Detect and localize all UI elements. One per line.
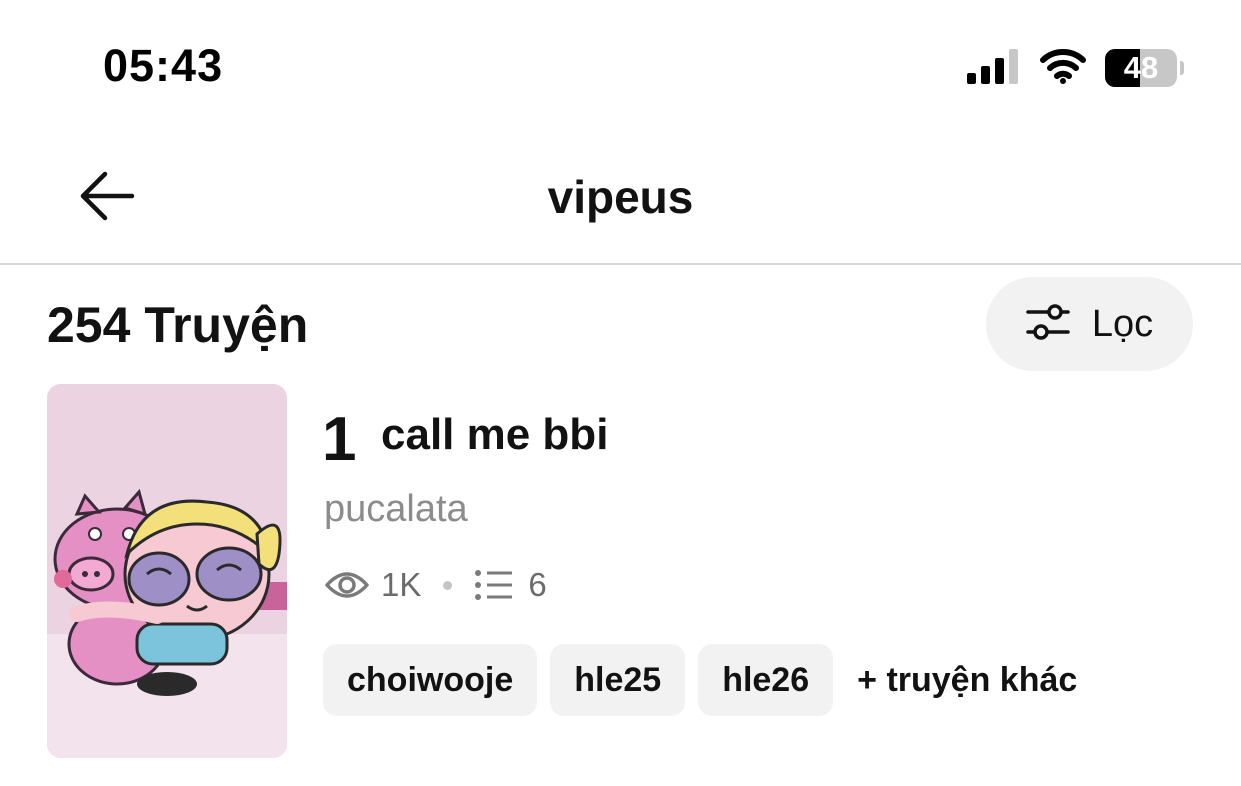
story-count: 254 Truyện	[47, 297, 309, 353]
sliders-icon	[1026, 303, 1070, 346]
header-divider	[0, 263, 1241, 265]
eye-icon	[325, 569, 369, 601]
more-tags-link[interactable]: + truyện khác	[857, 661, 1077, 700]
cellular-signal-icon	[967, 48, 1021, 89]
screen: 05:43 48 vipeus 254 Truyện Lọc 1 call me…	[0, 0, 1241, 786]
status-time: 05:43	[103, 40, 224, 91]
list-icon	[474, 569, 514, 601]
story-title[interactable]: call me bbi	[381, 410, 608, 460]
story-stats: 1K 6	[325, 562, 547, 608]
filter-button[interactable]: Lọc	[986, 277, 1193, 371]
parts-count: 6	[528, 566, 547, 603]
page-title: vipeus	[547, 171, 694, 223]
story-tags: choiwooje hle25 hle26 + truyện khác	[323, 644, 1077, 716]
battery-indicator: 48	[1105, 49, 1184, 87]
views-count: 1K	[381, 566, 422, 603]
status-icons: 48	[967, 47, 1184, 89]
filter-label: Lọc	[1091, 302, 1154, 345]
wifi-icon	[1039, 48, 1087, 89]
story-rank: 1	[322, 405, 357, 474]
tag-chip[interactable]: choiwooje	[323, 644, 538, 716]
tag-chip[interactable]: hle25	[550, 644, 686, 716]
battery-percent: 48	[1123, 50, 1159, 85]
tag-chip[interactable]: hle26	[698, 644, 834, 716]
separator-dot	[443, 580, 453, 590]
story-cover-image[interactable]	[47, 384, 287, 758]
story-author[interactable]: pucalata	[324, 488, 468, 531]
